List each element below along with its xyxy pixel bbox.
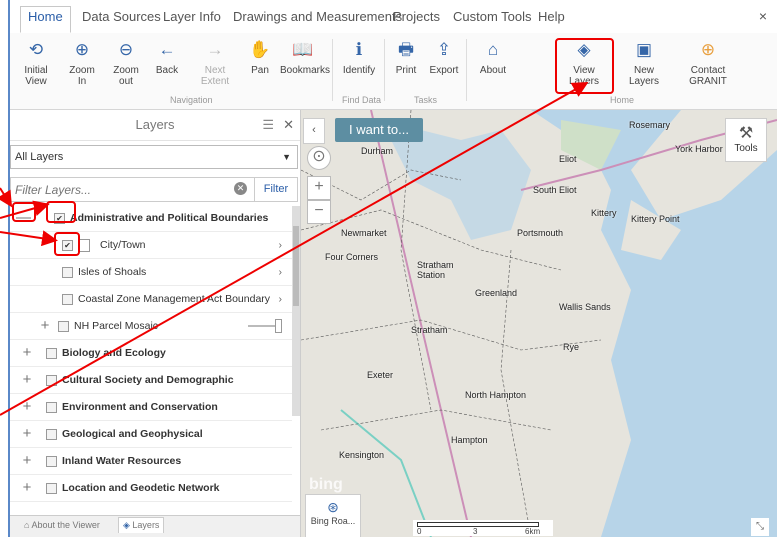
annotation-arrows [0, 82, 589, 416]
